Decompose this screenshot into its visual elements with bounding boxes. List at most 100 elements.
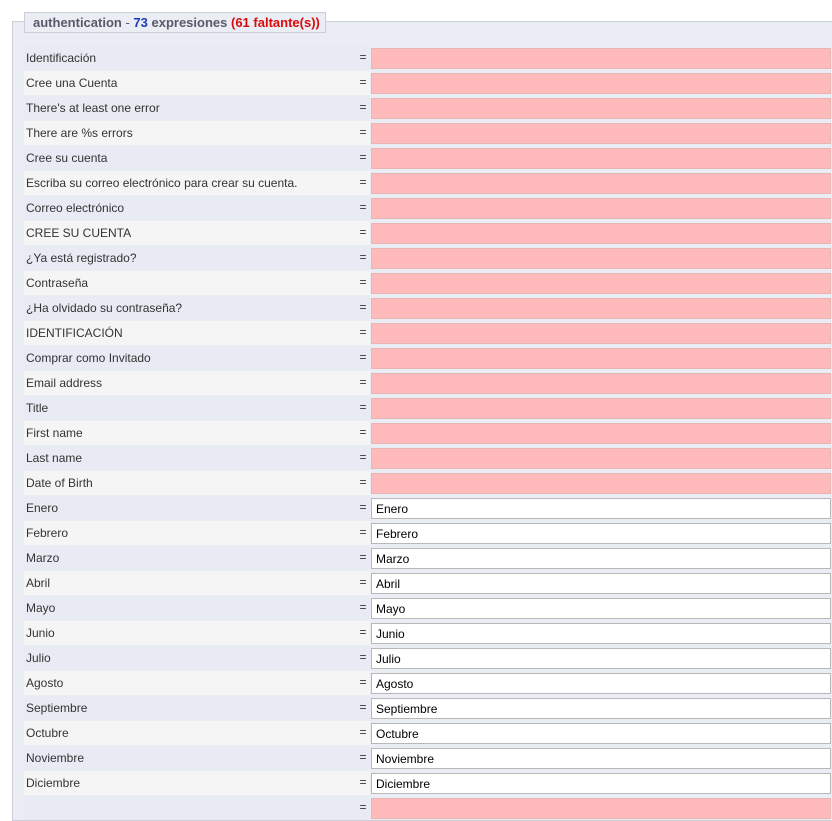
equals-sign: = xyxy=(359,775,367,789)
equals-sign: = xyxy=(359,725,367,739)
translation-row: Enero = xyxy=(24,496,832,521)
source-string-label: Identificación xyxy=(24,46,370,70)
translation-row: Title = xyxy=(24,396,832,421)
source-string-label: Cree una Cuenta xyxy=(24,71,370,95)
source-string-label: There's at least one error xyxy=(24,96,370,120)
translation-input[interactable] xyxy=(371,398,831,419)
translation-input[interactable] xyxy=(371,573,831,594)
translation-input[interactable] xyxy=(371,248,831,269)
translation-input[interactable] xyxy=(371,698,831,719)
equals-sign: = xyxy=(359,475,367,489)
translation-row: Abril = xyxy=(24,571,832,596)
equals-sign: = xyxy=(359,625,367,639)
translation-input[interactable] xyxy=(371,498,831,519)
source-string-label: Octubre xyxy=(24,721,370,745)
translation-input[interactable] xyxy=(371,373,831,394)
section-legend: authentication - 73 expresiones (61 falt… xyxy=(24,12,326,33)
translation-input[interactable] xyxy=(371,323,831,344)
source-string-label: CREE SU CUENTA xyxy=(24,221,370,245)
translation-row: Junio = xyxy=(24,621,832,646)
translation-row: Mayo = xyxy=(24,596,832,621)
translation-input[interactable] xyxy=(371,148,831,169)
expressions-word: expresiones xyxy=(147,15,231,30)
equals-sign: = xyxy=(359,375,367,389)
source-string-label: ¿Ya está registrado? xyxy=(24,246,370,270)
equals-sign: = xyxy=(359,400,367,414)
translation-row: IDENTIFICACIÓN = xyxy=(24,321,832,346)
translation-input[interactable] xyxy=(371,223,831,244)
source-string-label: Julio xyxy=(24,646,370,670)
translation-input[interactable] xyxy=(371,273,831,294)
equals-sign: = xyxy=(359,750,367,764)
translation-row: Febrero = xyxy=(24,521,832,546)
equals-sign: = xyxy=(359,600,367,614)
translation-input[interactable] xyxy=(371,798,831,819)
translation-row: There's at least one error = xyxy=(24,96,832,121)
source-string-label: Cree su cuenta xyxy=(24,146,370,170)
translation-row: Octubre = xyxy=(24,721,832,746)
translation-rows: Identificación = Cree una Cuenta = There's a… xyxy=(24,46,832,821)
source-string-label: Contraseña xyxy=(24,271,370,295)
translation-input[interactable] xyxy=(371,648,831,669)
equals-sign: = xyxy=(359,50,367,64)
translation-input[interactable] xyxy=(371,473,831,494)
source-string-label: Comprar como Invitado xyxy=(24,346,370,370)
equals-sign: = xyxy=(359,350,367,364)
equals-sign: = xyxy=(359,550,367,564)
translation-input[interactable] xyxy=(371,748,831,769)
translation-input[interactable] xyxy=(371,773,831,794)
translation-input[interactable] xyxy=(371,673,831,694)
translation-input[interactable] xyxy=(371,723,831,744)
source-string-label: Agosto xyxy=(24,671,370,695)
translation-input[interactable] xyxy=(371,423,831,444)
missing-close-paren: ) xyxy=(315,15,320,30)
translation-row: Identificación = xyxy=(24,46,832,71)
expression-count: 73 xyxy=(133,15,148,30)
translation-row: Date of Birth = xyxy=(24,471,832,496)
source-string-label: Last name xyxy=(24,446,370,470)
translation-row: Marzo = xyxy=(24,546,832,571)
translation-input[interactable] xyxy=(371,598,831,619)
equals-sign: = xyxy=(359,450,367,464)
module-name: authentication xyxy=(33,15,122,30)
source-string-label: ¿Ha olvidado su contraseña? xyxy=(24,296,370,320)
equals-sign: = xyxy=(359,500,367,514)
equals-sign: = xyxy=(359,575,367,589)
equals-sign: = xyxy=(359,250,367,264)
equals-sign: = xyxy=(359,150,367,164)
translation-input[interactable] xyxy=(371,123,831,144)
translation-row: Diciembre = xyxy=(24,771,832,796)
source-string-label: Abril xyxy=(24,571,370,595)
equals-sign: = xyxy=(359,300,367,314)
translation-row: ¿Ha olvidado su contraseña? = xyxy=(24,296,832,321)
equals-sign: = xyxy=(359,275,367,289)
source-string-label: Septiembre xyxy=(24,696,370,720)
translation-row: Julio = xyxy=(24,646,832,671)
translation-input[interactable] xyxy=(371,48,831,69)
source-string-label: Marzo xyxy=(24,546,370,570)
legend-separator: - xyxy=(121,15,134,30)
translation-input[interactable] xyxy=(371,173,831,194)
source-string-label: Enero xyxy=(24,496,370,520)
source-string-label: Title xyxy=(24,396,370,420)
translation-row: Contraseña = xyxy=(24,271,832,296)
source-string-label: Diciembre xyxy=(24,771,370,795)
translation-row: Cree su cuenta = xyxy=(24,146,832,171)
equals-sign: = xyxy=(359,225,367,239)
translation-input[interactable] xyxy=(371,98,831,119)
translation-input[interactable] xyxy=(371,348,831,369)
translation-input[interactable] xyxy=(371,523,831,544)
equals-sign: = xyxy=(359,700,367,714)
translation-input[interactable] xyxy=(371,198,831,219)
translation-row: Email address = xyxy=(24,371,832,396)
source-string-label: IDENTIFICACIÓN xyxy=(24,321,370,345)
translation-input[interactable] xyxy=(371,298,831,319)
equals-sign: = xyxy=(359,425,367,439)
equals-sign: = xyxy=(359,75,367,89)
equals-sign: = xyxy=(359,200,367,214)
translation-input[interactable] xyxy=(371,448,831,469)
translation-input[interactable] xyxy=(371,623,831,644)
translation-input[interactable] xyxy=(371,73,831,94)
source-string-label xyxy=(24,796,370,820)
translation-input[interactable] xyxy=(371,548,831,569)
